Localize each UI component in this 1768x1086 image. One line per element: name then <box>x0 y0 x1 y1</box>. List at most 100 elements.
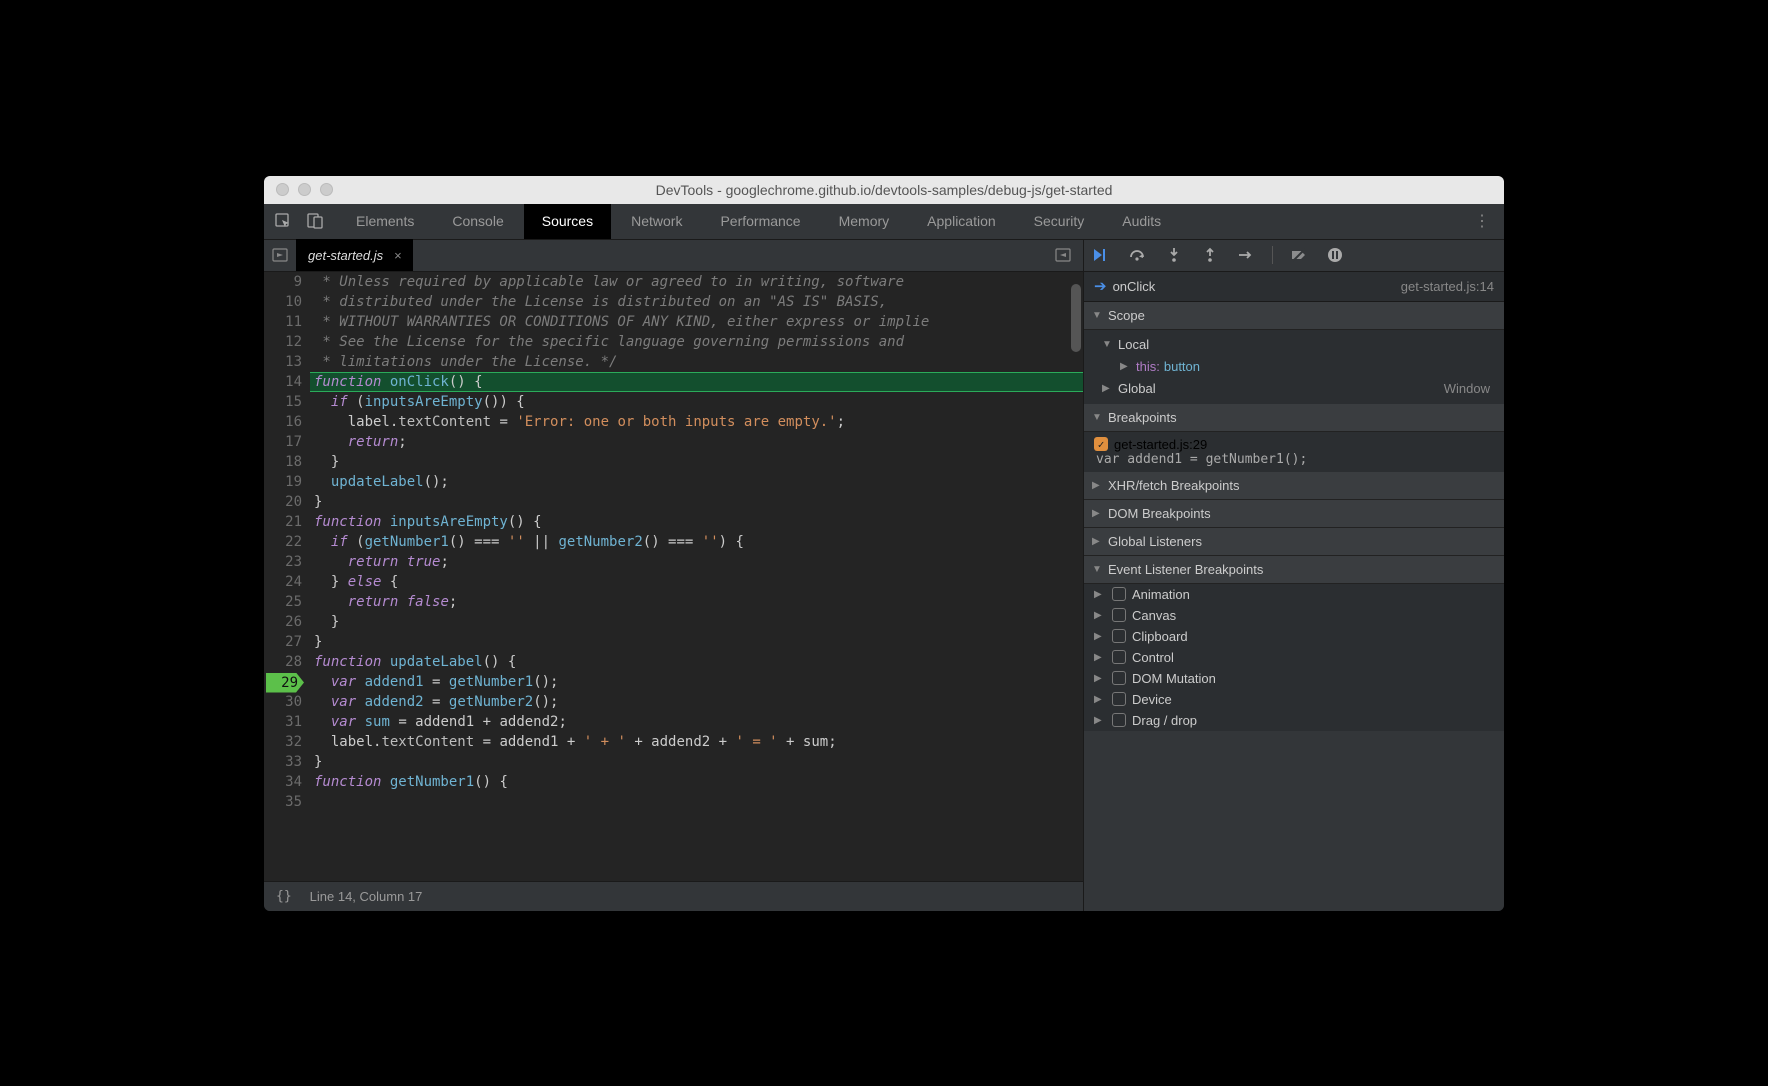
line-number[interactable]: 24 <box>264 572 302 592</box>
line-number[interactable]: 29 <box>264 672 302 692</box>
line-number[interactable]: 18 <box>264 452 302 472</box>
breakpoint-marker[interactable]: 29 <box>266 673 304 693</box>
minimize-window-icon[interactable] <box>298 183 311 196</box>
chevron-right-icon: ▶ <box>1092 536 1104 547</box>
line-number[interactable]: 13 <box>264 352 302 372</box>
line-number[interactable]: 31 <box>264 712 302 732</box>
section-header-xhr-fetch-breakpoints[interactable]: ▶XHR/fetch Breakpoints <box>1084 472 1504 500</box>
event-category-checkbox[interactable] <box>1112 671 1126 685</box>
event-category-checkbox[interactable] <box>1112 713 1126 727</box>
event-category-checkbox[interactable] <box>1112 608 1126 622</box>
line-number[interactable]: 28 <box>264 652 302 672</box>
line-number[interactable]: 11 <box>264 312 302 332</box>
line-number[interactable]: 15 <box>264 392 302 412</box>
close-icon[interactable]: × <box>391 248 405 263</box>
tab-audits[interactable]: Audits <box>1104 203 1179 239</box>
sources-navigator-icon[interactable] <box>264 247 296 263</box>
line-number[interactable]: 26 <box>264 612 302 632</box>
code-line: } <box>310 752 1083 772</box>
line-number[interactable]: 32 <box>264 732 302 752</box>
more-menu-icon[interactable]: ⋮ <box>1468 211 1496 231</box>
step-into-button[interactable] <box>1164 245 1184 265</box>
line-number[interactable]: 17 <box>264 432 302 452</box>
line-number-gutter[interactable]: 9101112131415161718192021222324252627282… <box>264 272 310 881</box>
line-number[interactable]: 23 <box>264 552 302 572</box>
line-number[interactable]: 30 <box>264 692 302 712</box>
event-category-checkbox[interactable] <box>1112 650 1126 664</box>
breakpoint-item[interactable]: ✓get-started.js:29var addend1 = getNumbe… <box>1084 432 1504 472</box>
event-category-label: Device <box>1132 692 1172 707</box>
line-number[interactable]: 25 <box>264 592 302 612</box>
scope-local-row[interactable]: ▼ Local <box>1098 334 1504 356</box>
scope-section-header[interactable]: ▼ Scope <box>1084 302 1504 330</box>
section-header-global-listeners[interactable]: ▶ Global Listeners <box>1084 528 1504 556</box>
line-number[interactable]: 9 <box>264 272 302 292</box>
line-number[interactable]: 22 <box>264 532 302 552</box>
event-category-drag-drop[interactable]: ▶Drag / drop <box>1084 710 1504 731</box>
format-icon[interactable]: {} <box>276 889 292 904</box>
event-category-clipboard[interactable]: ▶Clipboard <box>1084 626 1504 647</box>
scrollbar-thumb[interactable] <box>1071 284 1081 352</box>
chevron-down-icon: ▼ <box>1092 412 1104 423</box>
section-label: DOM Breakpoints <box>1108 506 1211 521</box>
line-number[interactable]: 34 <box>264 772 302 792</box>
editor-statusbar: {} Line 14, Column 17 <box>264 881 1083 911</box>
event-category-dom-mutation[interactable]: ▶DOM Mutation <box>1084 668 1504 689</box>
line-number[interactable]: 33 <box>264 752 302 772</box>
event-category-label: Clipboard <box>1132 629 1188 644</box>
tab-memory[interactable]: Memory <box>821 203 908 239</box>
event-category-canvas[interactable]: ▶Canvas <box>1084 605 1504 626</box>
event-category-checkbox[interactable] <box>1112 629 1126 643</box>
event-category-checkbox[interactable] <box>1112 587 1126 601</box>
breakpoints-section-header[interactable]: ▼ Breakpoints <box>1084 404 1504 432</box>
scope-this-value: button <box>1164 359 1200 374</box>
event-category-control[interactable]: ▶Control <box>1084 647 1504 668</box>
line-number[interactable]: 21 <box>264 512 302 532</box>
tab-performance[interactable]: Performance <box>702 203 818 239</box>
event-category-checkbox[interactable] <box>1112 692 1126 706</box>
zoom-window-icon[interactable] <box>320 183 333 196</box>
code-line: * See the License for the specific langu… <box>310 332 1083 352</box>
tab-console[interactable]: Console <box>434 203 521 239</box>
section-label: Global Listeners <box>1108 534 1202 549</box>
file-tab-get-started[interactable]: get-started.js × <box>296 239 413 271</box>
tab-sources[interactable]: Sources <box>524 203 611 239</box>
step-over-button[interactable] <box>1128 245 1148 265</box>
line-number[interactable]: 20 <box>264 492 302 512</box>
event-category-device[interactable]: ▶Device <box>1084 689 1504 710</box>
resume-button[interactable] <box>1092 245 1112 265</box>
line-number[interactable]: 10 <box>264 292 302 312</box>
breakpoint-checkbox[interactable]: ✓ <box>1094 437 1108 451</box>
code-line: } else { <box>310 572 1083 592</box>
section-header-event-listener-breakpoints[interactable]: ▼Event Listener Breakpoints <box>1084 556 1504 584</box>
line-number[interactable]: 19 <box>264 472 302 492</box>
step-button[interactable] <box>1236 245 1256 265</box>
line-number[interactable]: 14 <box>264 372 302 392</box>
debugger-sidebar-toggle-icon[interactable] <box>1051 247 1083 263</box>
tab-security[interactable]: Security <box>1016 203 1103 239</box>
call-frame-row[interactable]: ➔ onClick get-started.js:14 <box>1084 272 1504 302</box>
line-number[interactable]: 27 <box>264 632 302 652</box>
device-toggle-icon[interactable] <box>304 210 326 232</box>
line-number[interactable]: 12 <box>264 332 302 352</box>
code-line: var addend2 = getNumber2(); <box>310 692 1083 712</box>
deactivate-breakpoints-button[interactable] <box>1289 245 1309 265</box>
line-number[interactable]: 16 <box>264 412 302 432</box>
section-label: Event Listener Breakpoints <box>1108 562 1263 577</box>
inspect-icon[interactable] <box>272 210 294 232</box>
code-line: * WITHOUT WARRANTIES OR CONDITIONS OF AN… <box>310 312 1083 332</box>
scope-body: ▼ Local ▶ this: button ▶ Global Window <box>1084 330 1504 404</box>
tab-elements[interactable]: Elements <box>338 203 432 239</box>
section-header-dom-breakpoints[interactable]: ▶DOM Breakpoints <box>1084 500 1504 528</box>
line-number[interactable]: 35 <box>264 792 302 812</box>
step-out-button[interactable] <box>1200 245 1220 265</box>
scope-global-row[interactable]: ▶ Global Window <box>1098 378 1504 400</box>
code-editor[interactable]: 9101112131415161718192021222324252627282… <box>264 272 1083 881</box>
close-window-icon[interactable] <box>276 183 289 196</box>
tab-application[interactable]: Application <box>909 203 1014 239</box>
event-category-animation[interactable]: ▶Animation <box>1084 584 1504 605</box>
pause-on-exceptions-button[interactable] <box>1325 245 1345 265</box>
debugger-sidebar: ➔ onClick get-started.js:14 ▼ Scope ▼ Lo… <box>1084 240 1504 911</box>
scope-this-row[interactable]: ▶ this: button <box>1098 356 1504 378</box>
tab-network[interactable]: Network <box>613 203 700 239</box>
